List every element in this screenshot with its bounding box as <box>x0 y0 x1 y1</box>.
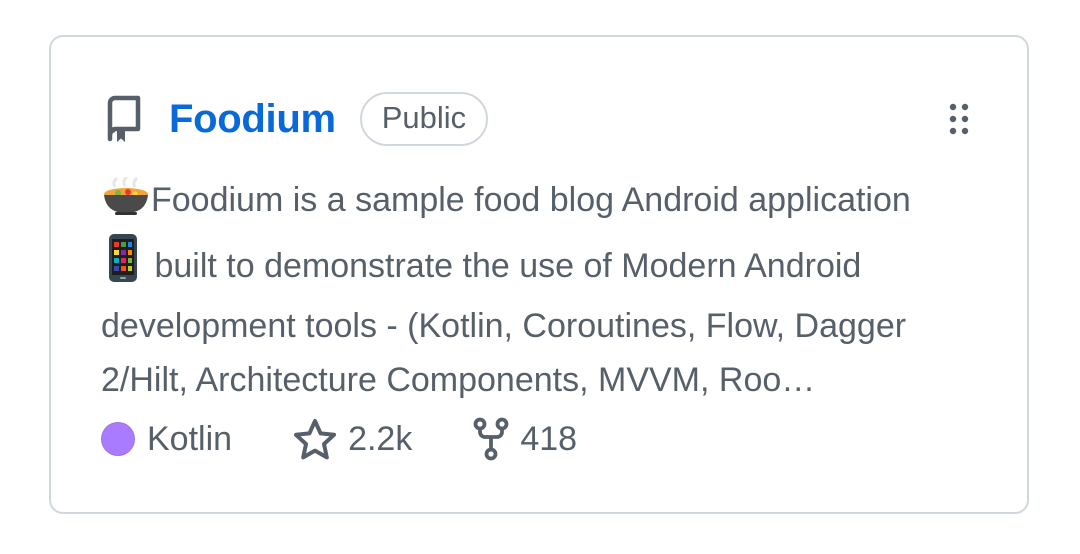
mobile-phone-emoji <box>101 233 145 299</box>
visibility-badge: Public <box>359 92 489 146</box>
star-count: 2.2k <box>348 419 413 458</box>
kebab-menu-icon[interactable] <box>947 101 971 137</box>
stew-pot-emoji <box>101 175 151 233</box>
repo-icon <box>101 94 145 144</box>
description-line-1: Foodium is a sample food blog Android ap… <box>151 181 911 219</box>
description-line-2: built to demonstrate the use of Modern A… <box>101 247 907 399</box>
language: Kotlin <box>101 420 232 459</box>
language-color-dot <box>101 422 135 456</box>
forks[interactable]: 418 <box>472 417 577 461</box>
fork-icon <box>472 417 510 461</box>
repo-header: Foodium Public <box>101 91 489 147</box>
star-icon <box>292 418 338 460</box>
repo-name-link[interactable]: Foodium <box>169 97 336 142</box>
stars[interactable]: 2.2k <box>292 418 412 460</box>
repo-card: Foodium Public Foodium is a sample food … <box>49 35 1029 514</box>
language-name: Kotlin <box>147 419 233 458</box>
repo-description: Foodium is a sample food blog Android ap… <box>101 173 991 407</box>
repo-meta: Kotlin 2.2k 418 <box>101 415 577 463</box>
fork-count: 418 <box>520 419 578 458</box>
